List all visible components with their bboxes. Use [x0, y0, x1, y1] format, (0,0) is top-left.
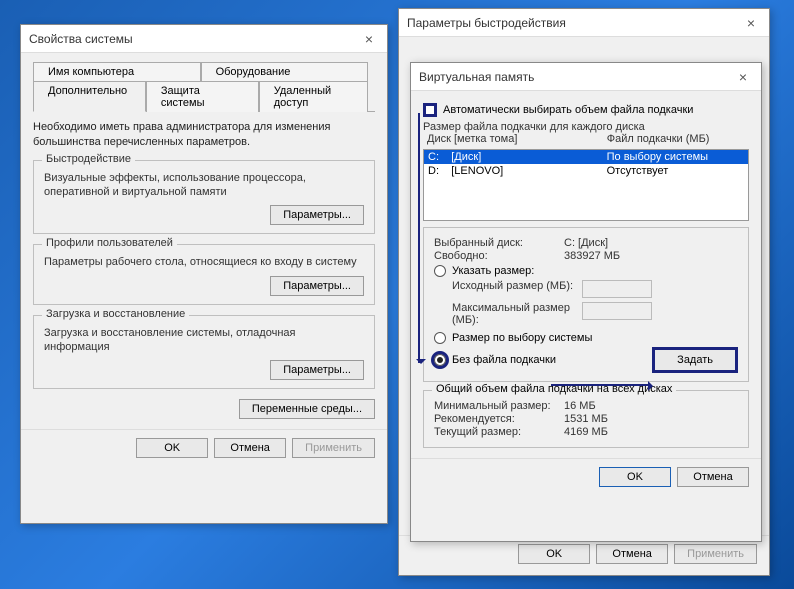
min-size-value: 16 МБ — [564, 400, 596, 412]
window-title: Виртуальная память — [419, 70, 534, 84]
cancel-button[interactable]: Отмена — [596, 544, 668, 564]
selected-drive-value: C: [Диск] — [564, 237, 608, 249]
cancel-button[interactable]: Отмена — [214, 438, 286, 458]
free-space-value: 383927 МБ — [564, 250, 620, 262]
user-profiles-legend: Профили пользователей — [42, 237, 177, 249]
initial-size-input[interactable] — [582, 280, 652, 298]
tabs: Имя компьютера Оборудование Дополнительн… — [33, 61, 375, 112]
annotation-arrow-icon — [551, 384, 651, 386]
window-title: Свойства системы — [29, 32, 133, 46]
drive-list[interactable]: C: [Диск] По выбору системы D: [LENOVO] … — [423, 149, 749, 221]
window-title: Параметры быстродействия — [407, 16, 566, 30]
set-button[interactable]: Задать — [652, 347, 738, 373]
user-profiles-text: Параметры рабочего стола, относящиеся ко… — [44, 255, 364, 269]
dialog-buttons: OK Отмена Применить — [21, 429, 387, 466]
ok-button[interactable]: OK — [518, 544, 590, 564]
startup-recovery-settings-button[interactable]: Параметры... — [270, 360, 364, 380]
performance-settings-button[interactable]: Параметры... — [270, 205, 364, 225]
virtual-memory-window: Виртуальная память × Автоматически выбир… — [410, 62, 762, 542]
performance-text: Визуальные эффекты, использование процес… — [44, 171, 364, 200]
radio-custom-size[interactable]: Указать размер: — [434, 265, 738, 277]
environment-variables-button[interactable]: Переменные среды... — [239, 399, 375, 419]
auto-manage-label: Автоматически выбирать объем файла подка… — [443, 104, 693, 116]
annotation-arrow-icon — [418, 113, 420, 363]
table-row[interactable]: C: [Диск] По выбору системы — [424, 150, 748, 164]
tab-computer-name[interactable]: Имя компьютера — [33, 62, 201, 81]
recommended-value: 1531 МБ — [564, 413, 608, 425]
admin-note: Необходимо иметь права администратора дл… — [33, 120, 375, 150]
startup-recovery-group: Загрузка и восстановление Загрузка и вос… — [33, 315, 375, 390]
min-size-label: Минимальный размер: — [434, 400, 564, 412]
radio-icon[interactable] — [434, 332, 446, 344]
ok-button[interactable]: OK — [599, 467, 671, 487]
apply-button[interactable]: Применить — [292, 438, 375, 458]
auto-manage-checkbox-row[interactable]: Автоматически выбирать объем файла подка… — [423, 103, 749, 117]
radio-system-managed[interactable]: Размер по выбору системы — [434, 332, 738, 344]
cancel-button[interactable]: Отмена — [677, 467, 749, 487]
performance-group: Быстродействие Визуальные эффекты, испол… — [33, 160, 375, 235]
tab-remote[interactable]: Удаленный доступ — [259, 81, 368, 112]
per-drive-label: Размер файла подкачки для каждого диска — [423, 121, 749, 133]
current-size-label: Текущий размер: — [434, 426, 564, 438]
radio-icon[interactable] — [434, 354, 446, 366]
tab-hardware[interactable]: Оборудование — [201, 62, 369, 81]
tab-system-protection[interactable]: Защита системы — [146, 81, 259, 112]
user-profiles-group: Профили пользователей Параметры рабочего… — [33, 244, 375, 304]
free-space-label: Свободно: — [434, 250, 564, 262]
close-icon[interactable]: × — [733, 69, 753, 85]
close-icon[interactable]: × — [741, 15, 761, 31]
titlebar: Параметры быстродействия × — [399, 9, 769, 37]
checkbox-icon[interactable] — [423, 103, 437, 117]
apply-button[interactable]: Применить — [674, 544, 757, 564]
table-row[interactable]: D: [LENOVO] Отсутствует — [424, 164, 748, 178]
user-profiles-settings-button[interactable]: Параметры... — [270, 276, 364, 296]
radio-icon[interactable] — [434, 265, 446, 277]
recommended-label: Рекомендуется: — [434, 413, 564, 425]
max-size-label: Максимальный размер (МБ): — [452, 302, 582, 326]
titlebar: Свойства системы × — [21, 25, 387, 53]
max-size-input[interactable] — [582, 302, 652, 320]
col-header-file: Файл подкачки (МБ) — [607, 133, 745, 145]
titlebar: Виртуальная память × — [411, 63, 761, 91]
dialog-buttons: OK Отмена — [411, 458, 761, 495]
col-header-drive: Диск [метка тома] — [427, 133, 607, 145]
system-properties-window: Свойства системы × Имя компьютера Оборуд… — [20, 24, 388, 524]
tab-advanced[interactable]: Дополнительно — [33, 81, 146, 112]
startup-recovery-legend: Загрузка и восстановление — [42, 308, 189, 320]
radio-no-paging-file[interactable]: Без файла подкачки — [434, 354, 556, 366]
startup-recovery-text: Загрузка и восстановление системы, отлад… — [44, 326, 364, 355]
current-size-value: 4169 МБ — [564, 426, 608, 438]
ok-button[interactable]: OK — [136, 438, 208, 458]
close-icon[interactable]: × — [359, 31, 379, 47]
performance-legend: Быстродействие — [42, 153, 135, 165]
selected-drive-label: Выбранный диск: — [434, 237, 564, 249]
initial-size-label: Исходный размер (МБ): — [452, 280, 582, 298]
